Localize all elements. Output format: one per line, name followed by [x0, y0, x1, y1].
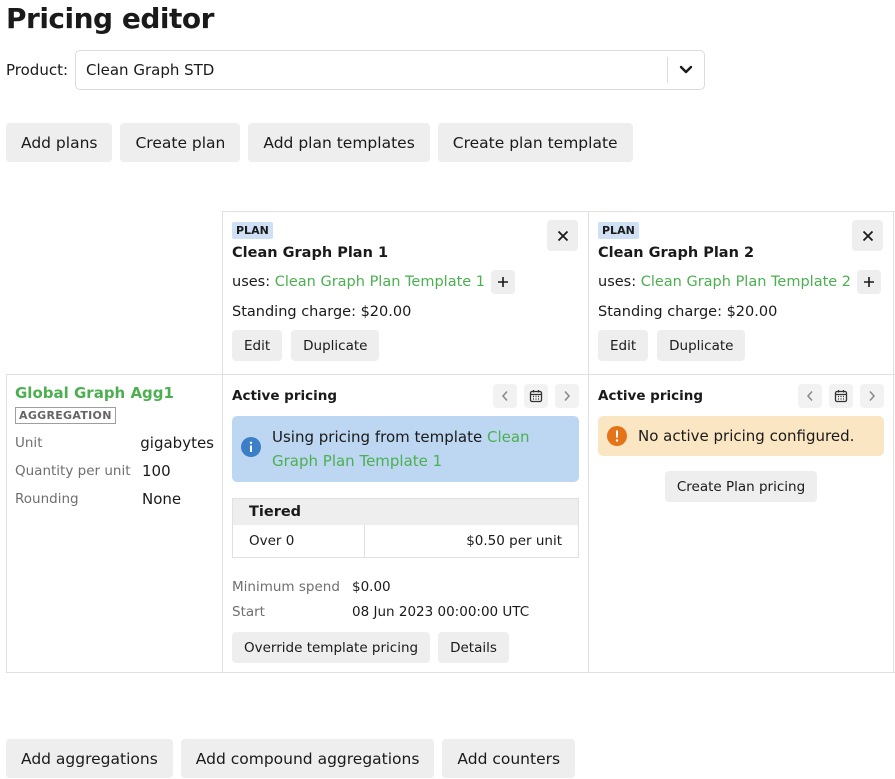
aggregation-prop: Quantity per unit 100 [15, 457, 214, 485]
chevron-left-icon[interactable] [493, 384, 517, 408]
plan-tag: PLAN [598, 222, 639, 239]
uses-label: uses: [598, 274, 637, 290]
tier-price: $0.50 per unit [466, 533, 562, 549]
meta-row: Minimum spend $0.00 [232, 574, 579, 599]
chevron-right-icon[interactable] [555, 384, 579, 408]
plan-template-link[interactable]: Clean Graph Plan Template 2 [641, 274, 851, 290]
pricing-cell-plan-2: Active pricing No active pricing configu… [589, 374, 893, 672]
close-icon[interactable] [547, 220, 578, 251]
prop-value: None [142, 490, 182, 508]
min-spend-label: Minimum spend [232, 578, 340, 595]
prop-value: gigabytes [140, 434, 214, 452]
prop-value: 100 [142, 462, 171, 480]
product-select[interactable]: Clean Graph STD [75, 50, 705, 90]
pricing-title: Active pricing [232, 388, 338, 404]
details-button[interactable]: Details [438, 632, 509, 663]
product-label: Product: [6, 61, 69, 79]
plus-icon[interactable] [491, 270, 516, 294]
product-row: Product: Clean Graph STD [6, 50, 705, 90]
bottom-actions: Add aggregations Add compound aggregatio… [6, 739, 576, 778]
aggregation-prop: Unit gigabytes [15, 429, 214, 457]
plan-uses-row: uses: Clean Graph Plan Template 2 [598, 270, 884, 294]
top-actions: Add plans Create plan Add plan templates… [6, 123, 633, 162]
info-text: Using pricing from template [272, 428, 487, 446]
duplicate-plan-button[interactable]: Duplicate [657, 330, 746, 361]
warning-text: No active pricing configured. [638, 427, 855, 445]
start-label: Start [232, 603, 265, 620]
pricing-cell-plan-1: Active pricing Using pricing from templa… [223, 374, 588, 672]
warning-icon [607, 426, 627, 450]
start-value: 08 Jun 2023 00:00:00 UTC [352, 603, 530, 620]
pricing-meta: Minimum spend $0.00 Start 08 Jun 2023 00… [232, 574, 579, 624]
prop-key: Rounding [15, 491, 79, 507]
meta-row: Start 08 Jun 2023 00:00:00 UTC [232, 599, 579, 624]
tier-from: Over 0 [233, 525, 365, 557]
plus-icon[interactable] [857, 270, 882, 294]
add-compound-aggregations-button[interactable]: Add compound aggregations [180, 739, 435, 778]
pricing-header: Active pricing [598, 384, 884, 408]
uses-label: uses: [232, 274, 271, 290]
pricing-header: Active pricing [232, 384, 579, 408]
create-plan-pricing-button[interactable]: Create Plan pricing [664, 471, 818, 502]
product-select-value: Clean Graph STD [86, 61, 215, 79]
create-plan-button[interactable]: Create plan [120, 123, 241, 162]
warning-box: No active pricing configured. [598, 416, 884, 456]
tier-table: Tiered Over 0 $0.50 per unit [232, 498, 579, 558]
pricing-title: Active pricing [598, 388, 704, 404]
plan-name: Clean Graph Plan 2 [598, 245, 755, 261]
grid-line [6, 672, 895, 673]
add-plan-templates-button[interactable]: Add plan templates [248, 123, 430, 162]
standing-charge: Standing charge: $20.00 [598, 304, 778, 320]
plan-tag: PLAN [232, 222, 273, 239]
plan-column-2: PLAN Clean Graph Plan 2 uses: Clean Grap… [589, 211, 893, 374]
chevron-down-icon[interactable] [668, 65, 704, 75]
plan-template-link[interactable]: Clean Graph Plan Template 1 [275, 274, 485, 290]
chevron-right-icon[interactable] [860, 384, 884, 408]
close-icon[interactable] [852, 220, 883, 251]
add-counters-button[interactable]: Add counters [442, 739, 576, 778]
edit-plan-button[interactable]: Edit [598, 330, 649, 361]
info-icon [241, 437, 261, 464]
create-plan-template-button[interactable]: Create plan template [437, 123, 633, 162]
aggregation-cell: Global Graph Agg1 AGGREGATION Unit gigab… [6, 374, 223, 672]
aggregation-name-link[interactable]: Global Graph Agg1 [15, 384, 214, 402]
standing-charge: Standing charge: $20.00 [232, 304, 412, 320]
chevron-left-icon[interactable] [798, 384, 822, 408]
aggregation-tag: AGGREGATION [15, 407, 116, 424]
duplicate-plan-button[interactable]: Duplicate [291, 330, 380, 361]
add-plans-button[interactable]: Add plans [6, 123, 113, 162]
tier-header: Tiered [233, 499, 578, 525]
aggregation-props: Unit gigabytes Quantity per unit 100 Rou… [15, 429, 214, 513]
prop-key: Unit [15, 435, 43, 451]
calendar-icon[interactable] [829, 384, 853, 408]
override-template-pricing-button[interactable]: Override template pricing [232, 632, 431, 663]
plan-name: Clean Graph Plan 1 [232, 245, 389, 261]
table-row: Over 0 $0.50 per unit [233, 525, 578, 557]
page-title: Pricing editor [6, 2, 214, 35]
plan-uses-row: uses: Clean Graph Plan Template 1 [232, 270, 579, 294]
prop-key: Quantity per unit [15, 463, 131, 479]
min-spend-value: $0.00 [352, 578, 391, 595]
info-box: Using pricing from template Clean Graph … [232, 416, 579, 482]
calendar-icon[interactable] [524, 384, 548, 408]
plan-column-1: PLAN Clean Graph Plan 1 uses: Clean Grap… [223, 211, 588, 374]
add-aggregations-button[interactable]: Add aggregations [6, 739, 173, 778]
grid-line [893, 211, 894, 673]
aggregation-prop: Rounding None [15, 485, 214, 513]
edit-plan-button[interactable]: Edit [232, 330, 283, 361]
